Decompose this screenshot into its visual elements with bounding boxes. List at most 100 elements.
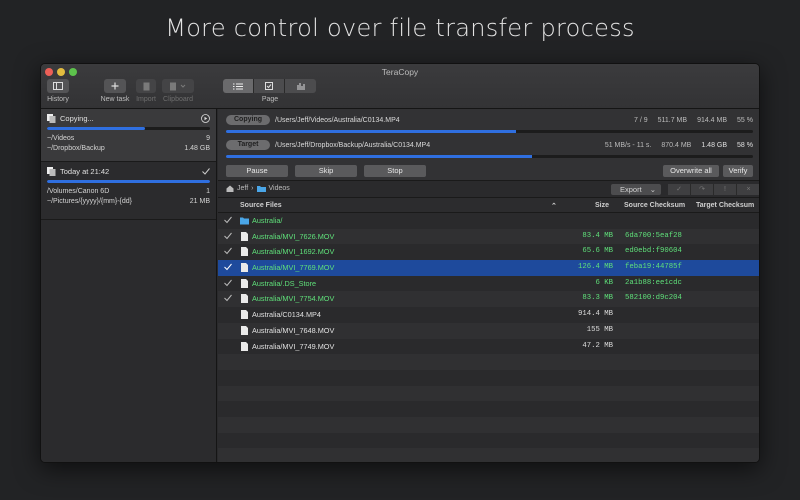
table-row[interactable]: Australia/MVI_7749.MOV 47.2 MB: [218, 338, 759, 355]
table-row[interactable]: Australia/MVI_7648.MOV 155 MB: [218, 322, 759, 339]
plus-icon: [111, 82, 119, 90]
task-detail-row: ~/Pictures/{yyyy}/{mm}-{dd} 21 MB: [47, 197, 210, 207]
col-source-checksum[interactable]: Source Checksum: [624, 202, 685, 209]
file-icon: [241, 263, 248, 273]
task-path: ~/Videos: [47, 135, 75, 142]
empty-row: [218, 448, 759, 462]
table-row[interactable]: Australia/C0134.MP4 914.4 MB: [218, 307, 759, 323]
table-row[interactable]: Australia/MVI_7754.MOV 83.3 MB 582100:d9c2…: [218, 291, 759, 308]
bar-chart-icon: [297, 83, 304, 90]
copying-path: /Users/Jeff/Videos/Australia/C0134.MP4: [275, 116, 400, 124]
page-segmented-control: [223, 79, 316, 93]
stop-button[interactable]: Stop: [364, 165, 426, 177]
task-value: 1.48 GB: [184, 145, 210, 152]
file-size: 47.2 MB: [582, 341, 613, 350]
filter-verified-icon[interactable]: ✓: [668, 184, 691, 195]
main-panel: Copying /Users/Jeff/Videos/Australia/C01…: [218, 109, 759, 462]
file-name: Australia/MVI_7626.MOV: [252, 231, 335, 241]
skip-button[interactable]: Skip: [295, 165, 357, 177]
checkbox-icon: [265, 82, 273, 90]
file-size: 83.3 MB: [582, 294, 613, 303]
copying-row: Copying /Users/Jeff/Videos/Australia/C01…: [226, 114, 753, 126]
window-title: TeraCopy: [381, 67, 419, 77]
file-icon: [241, 247, 248, 257]
target-row: Target /Users/Jeff/Dropbox/Backup/Austra…: [226, 139, 753, 151]
table-row[interactable]: Australia/.DS_Store 6 KB 2a1b88:ee1cdc: [218, 275, 759, 292]
copy-files-icon: [47, 113, 56, 123]
copying-done: 511.7 MB: [657, 116, 688, 124]
page-label: Page: [261, 96, 279, 103]
empty-row: [218, 416, 759, 433]
file-size: 83.4 MB: [582, 231, 613, 240]
file-name: Australia/MVI_7749.MOV: [252, 341, 335, 351]
file-size: 126.4 MB: [577, 263, 613, 272]
sort-ascending-icon: ⌃: [551, 203, 557, 210]
task-progress-fill: [47, 180, 210, 183]
task-path: /Volumes/Canon 6D: [47, 188, 110, 195]
copying-total: 914.4 MB: [697, 116, 728, 124]
list-icon: [233, 83, 243, 89]
filter-warning-icon[interactable]: !: [714, 184, 737, 195]
import-button[interactable]: [136, 79, 156, 93]
empty-row: [218, 354, 759, 370]
copying-count: 7 / 9: [633, 116, 648, 124]
task-detail-row: /Volumes/Canon 6D 1: [47, 187, 210, 197]
col-target-checksum[interactable]: Target Checksum: [696, 202, 754, 209]
empty-row: [218, 385, 759, 402]
history-task[interactable]: Today at 21:42/Volumes/Canon 6D 1 ~/Pictur…: [41, 162, 216, 220]
task-status: Today at 21:42: [60, 166, 110, 176]
task-status: Copying...: [60, 113, 94, 123]
table-row[interactable]: Australia/MVI_7769.MOV 126.4 MB feba19:447…: [218, 260, 759, 276]
task-progress-fill: [47, 127, 145, 130]
export-dropdown[interactable]: Export ⌄: [611, 184, 661, 195]
file-icon: [241, 341, 248, 351]
task-detail-row: ~/Videos 9: [47, 134, 210, 144]
task-detail-row: ~/Dropbox/Backup 1.48 GB: [47, 144, 210, 154]
table-row[interactable]: Australia/MVI_1692.MOV 65.6 MB ed0ebd:f906…: [218, 244, 759, 261]
import-icon: [143, 82, 149, 90]
table-row[interactable]: Australia/MVI_7626.MOV 83.4 MB 6da700:5eaf…: [218, 228, 759, 245]
clipboard-label: Clipboard: [163, 96, 193, 103]
page-stats-tab[interactable]: [285, 79, 316, 93]
page-checklist-tab[interactable]: [254, 79, 285, 93]
col-size[interactable]: Size: [595, 202, 609, 209]
chevron-down-icon: ⌄: [649, 185, 656, 194]
play-circle-icon[interactable]: [201, 113, 210, 123]
source-checksum: 582100:d9c204: [625, 294, 682, 303]
task-value: 9: [206, 135, 210, 142]
breadcrumb-root[interactable]: Jeff: [237, 185, 248, 192]
table-header: Source Files ⌃ Size Source Checksum Targ…: [218, 198, 759, 213]
verify-button[interactable]: Verify: [723, 165, 753, 177]
clipboard-icon: [170, 82, 186, 90]
source-checksum: 2a1b88:ee1cdc: [625, 278, 682, 287]
teracopy-window: TeraCopy History New task Import Clipboa…: [40, 63, 760, 463]
copying-percent: 55 %: [737, 116, 753, 124]
checkmark-icon: [202, 167, 210, 175]
file-name: Australia/MVI_1692.MOV: [252, 247, 335, 257]
col-source-files[interactable]: Source Files: [240, 202, 282, 209]
target-progress-fill: [226, 155, 532, 158]
page-list-tab[interactable]: [223, 79, 254, 93]
chevron-right-icon: ›: [251, 185, 254, 192]
history-task[interactable]: Copying... ~/Videos 9 ~/Dropbox/Backup 1.48 …: [41, 109, 216, 162]
folder-icon: [240, 217, 249, 225]
overwrite-all-button[interactable]: Overwrite all: [663, 165, 719, 177]
progress-area: Copying /Users/Jeff/Videos/Australia/C01…: [218, 109, 759, 181]
checkmark-icon: [224, 295, 232, 302]
table-row[interactable]: Australia/: [218, 213, 759, 229]
task-path: ~/Pictures/{yyyy}/{mm}-{dd}: [47, 198, 133, 205]
clipboard-button[interactable]: [162, 79, 194, 93]
target-path: /Users/Jeff/Dropbox/Backup/Australia/C01…: [275, 141, 431, 149]
filter-error-icon[interactable]: ×: [737, 184, 759, 195]
breadcrumb-folder[interactable]: Videos: [269, 185, 290, 192]
pause-button[interactable]: Pause: [226, 165, 288, 177]
new-task-label: New task: [100, 96, 130, 103]
history-button[interactable]: [47, 79, 69, 93]
checkmark-icon: [224, 263, 232, 271]
target-percent: 58 %: [737, 141, 753, 149]
new-task-button[interactable]: [104, 79, 126, 93]
copying-progress-bar: [226, 130, 753, 133]
filter-skipped-icon[interactable]: ↷: [691, 184, 714, 195]
breadcrumb: Jeff › Videos: [226, 185, 290, 192]
headline: More control over file transfer process: [165, 14, 635, 42]
